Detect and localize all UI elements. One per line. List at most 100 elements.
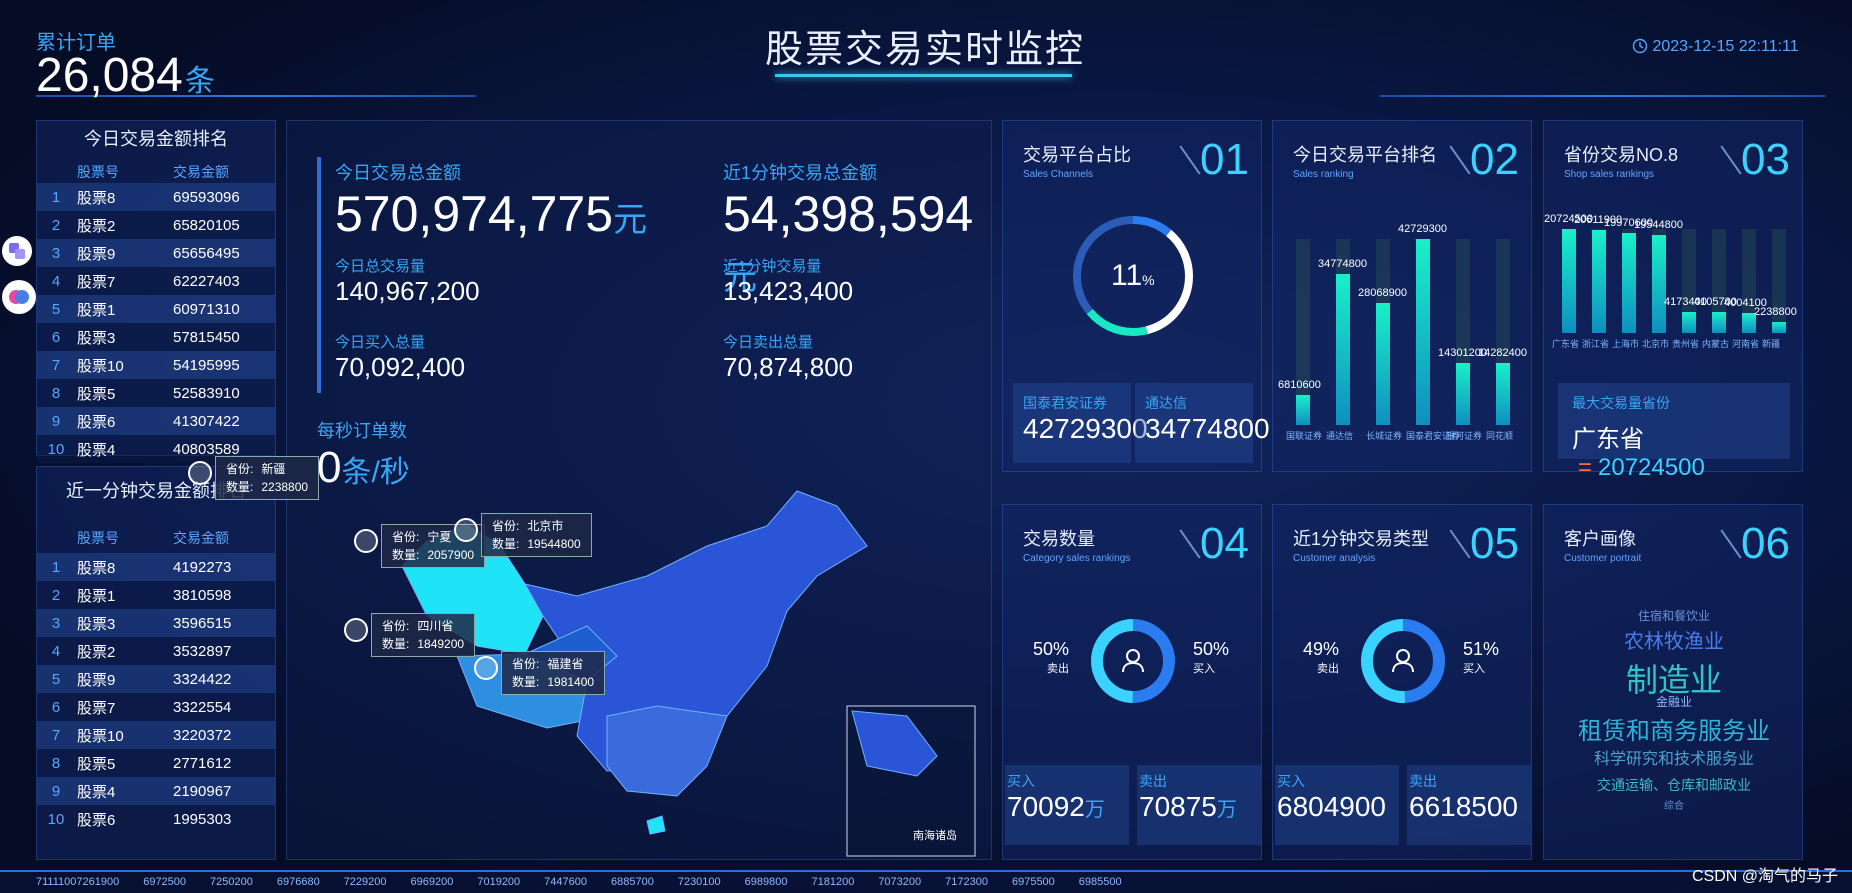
rank-row[interactable]: 6 股票7 3322554 [37, 693, 275, 721]
word-cloud-item: 金融业 [1655, 695, 1692, 709]
rank-row[interactable]: 5 股票1 60971310 [37, 295, 275, 323]
bar-track [1562, 229, 1576, 333]
rank-index: 6 [51, 328, 61, 346]
panel-01: 交易平台占比 Sales Channels 01 11% 国泰君安证券 42729300 通… [1002, 120, 1270, 472]
ticker-item: 6976680 [276, 876, 320, 888]
map-marker[interactable] [454, 518, 478, 542]
rank-row[interactable]: 9 股票4 2190967 [37, 777, 275, 805]
rank-index: 1 [51, 188, 61, 206]
chart-bar[interactable] [1296, 395, 1310, 425]
chart-bar[interactable] [1712, 312, 1726, 333]
today-total-unit: 元 [613, 201, 648, 239]
rank-stock: 股票9 [77, 671, 116, 689]
sell-stat: 卖出 6618500 [1407, 765, 1531, 845]
right-percent: 50% 买入 [1193, 639, 1229, 676]
buy-stat: 买入 70092万 [1005, 765, 1129, 845]
ticker-item: 7447600 [544, 876, 587, 888]
rank-index: 8 [51, 384, 61, 402]
chart-bar[interactable] [1496, 362, 1510, 425]
rank-row[interactable]: 4 股票2 3532897 [37, 637, 275, 665]
bar-category-label: 银河证券 [1446, 431, 1483, 441]
rank-stock: 股票2 [77, 643, 116, 661]
watermark: CSDN @淘气的马子 [1691, 868, 1838, 885]
rank-row[interactable]: 7 股票10 3220372 [37, 721, 275, 749]
orders-value: 26,084 [36, 49, 183, 102]
right-percent: 51% 买入 [1463, 639, 1499, 676]
rank-row[interactable]: 2 股票2 65820105 [37, 211, 275, 239]
rank-row[interactable]: 1 股票8 69593096 [37, 183, 275, 211]
chart-bar[interactable] [1336, 273, 1350, 425]
map-marker[interactable] [188, 461, 212, 485]
rank-index: 3 [51, 244, 61, 262]
rank-row[interactable]: 8 股票5 2771612 [37, 749, 275, 777]
rank-amount: 3220372 [173, 726, 232, 744]
bar-category-label: 贵州省 [1672, 339, 1700, 349]
panel-subtitle: Customer analysis [1293, 553, 1376, 564]
chart-bar[interactable] [1682, 312, 1696, 333]
rank-stock: 股票8 [77, 559, 116, 577]
rank-row[interactable]: 6 股票3 57815450 [37, 323, 275, 351]
rank-row[interactable]: 10 股票6 1995303 [37, 805, 275, 833]
chart-bar[interactable] [1562, 229, 1576, 333]
panel-02: 今日交易平台排名 Sales ranking 02 6810600 国联证券 347748… [1272, 120, 1532, 472]
map-marker[interactable] [474, 656, 498, 680]
panel-subtitle: Category sales rankings [1023, 553, 1131, 564]
bar-category-label: 同花顺 [1486, 431, 1514, 441]
rank-amount: 3596515 [173, 614, 232, 632]
chart-bar[interactable] [1592, 229, 1606, 333]
chart-bar[interactable] [1456, 362, 1470, 425]
panel-number: 06 [1741, 519, 1790, 568]
rank-index: 10 [47, 440, 65, 458]
panel-05: 近1分钟交易类型 Customer analysis 05 49% 卖出 51% 买入 买入 6… [1272, 504, 1532, 860]
chart-bar[interactable] [1376, 302, 1390, 425]
panel-title: 交易数量 [1023, 529, 1095, 549]
translate-icon[interactable] [2, 236, 32, 266]
bar-category-label: 通达信 [1326, 431, 1354, 441]
map-region-hainan [646, 815, 666, 835]
brain-icon[interactable] [2, 280, 36, 314]
user-icon [1388, 645, 1418, 675]
panel-04: 交易数量 Category sales rankings 04 50% 卖出 50% 买入买… [1002, 504, 1262, 860]
center-panel: 今日交易总金额 570,974,775元 近1分钟交易总金额 54,398,59… [188, 120, 992, 860]
bar-track [1712, 229, 1726, 333]
tooltip-province: 新疆 [261, 462, 286, 476]
rank-stock: 股票10 [77, 727, 124, 745]
chart-bar[interactable] [1622, 232, 1636, 333]
percent-value: 11 [1111, 259, 1143, 292]
ticker-item: 6969200 [410, 876, 454, 888]
minute-total-label: 近1分钟交易总金额 [723, 163, 878, 183]
chart-bar[interactable] [1652, 234, 1666, 333]
rank-stock: 股票4 [77, 441, 116, 459]
rank-row[interactable]: 5 股票9 3324422 [37, 665, 275, 693]
sell-stat-value: 70875 [1139, 791, 1217, 822]
orders-unit: 条 [184, 65, 215, 98]
chart-bar[interactable] [1772, 321, 1786, 333]
rank-row[interactable]: 7 股票10 54195995 [37, 351, 275, 379]
bar-value-label: 2238800 [1754, 305, 1797, 318]
rank-amount: 4192273 [173, 558, 232, 576]
rank-row[interactable]: 4 股票7 62227403 [37, 267, 275, 295]
panel-03: 省份交易NO.8 Shop sales rankings 03 20724500 广东省… [1543, 120, 1803, 481]
map-marker[interactable] [354, 529, 378, 553]
minute-rank-list: 1 股票8 4192273 2 股票1 3810598 3 股票3 3596515 4 股票2 353… [37, 553, 275, 833]
stat-value: 42729300 [1023, 413, 1148, 444]
col-amount: 交易金额 [173, 164, 229, 180]
rank-stock: 股票5 [77, 385, 116, 403]
sell-stat: 卖出 70875万 [1137, 765, 1261, 845]
rank-row[interactable]: 3 股票3 3596515 [37, 609, 275, 637]
rank-stock: 股票8 [77, 189, 116, 207]
map-tooltip: 省份: 新疆 数量: 2238800 [188, 456, 320, 500]
rank-stock: 股票7 [77, 699, 116, 717]
rank-amount: 40803589 [173, 440, 240, 458]
stat-value: 34774800 [1145, 413, 1270, 444]
map-marker[interactable] [344, 618, 368, 642]
tooltip-province-label: 省份: [226, 462, 254, 476]
today-volume-block: 今日总交易量 140,967,200 [335, 255, 480, 307]
chart-bar[interactable] [1416, 239, 1430, 425]
rank-row[interactable]: 3 股票9 65656495 [37, 239, 275, 267]
rank-row[interactable]: 9 股票6 41307422 [37, 407, 275, 435]
rank-row[interactable]: 2 股票1 3810598 [37, 581, 275, 609]
rank-row[interactable]: 1 股票8 4192273 [37, 553, 275, 581]
rank-row[interactable]: 8 股票5 52583910 [37, 379, 275, 407]
right-pct-label: 买入 [1193, 663, 1215, 675]
